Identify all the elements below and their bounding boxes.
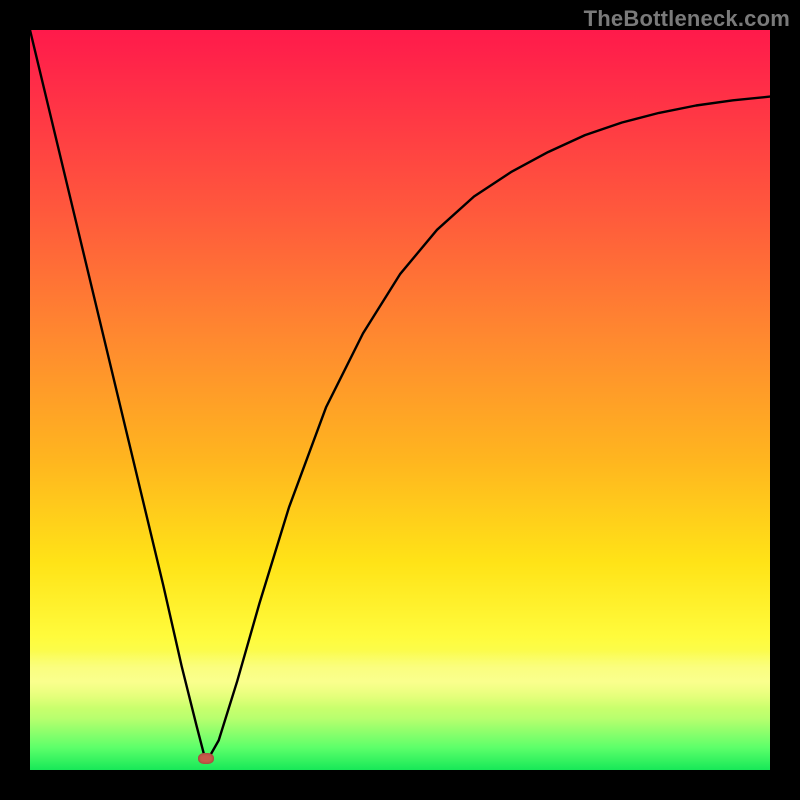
plot-area	[30, 30, 770, 770]
min-point-marker	[198, 753, 214, 764]
chart-frame: TheBottleneck.com	[0, 0, 800, 800]
bottleneck-curve	[30, 30, 770, 770]
watermark-text: TheBottleneck.com	[584, 6, 790, 32]
